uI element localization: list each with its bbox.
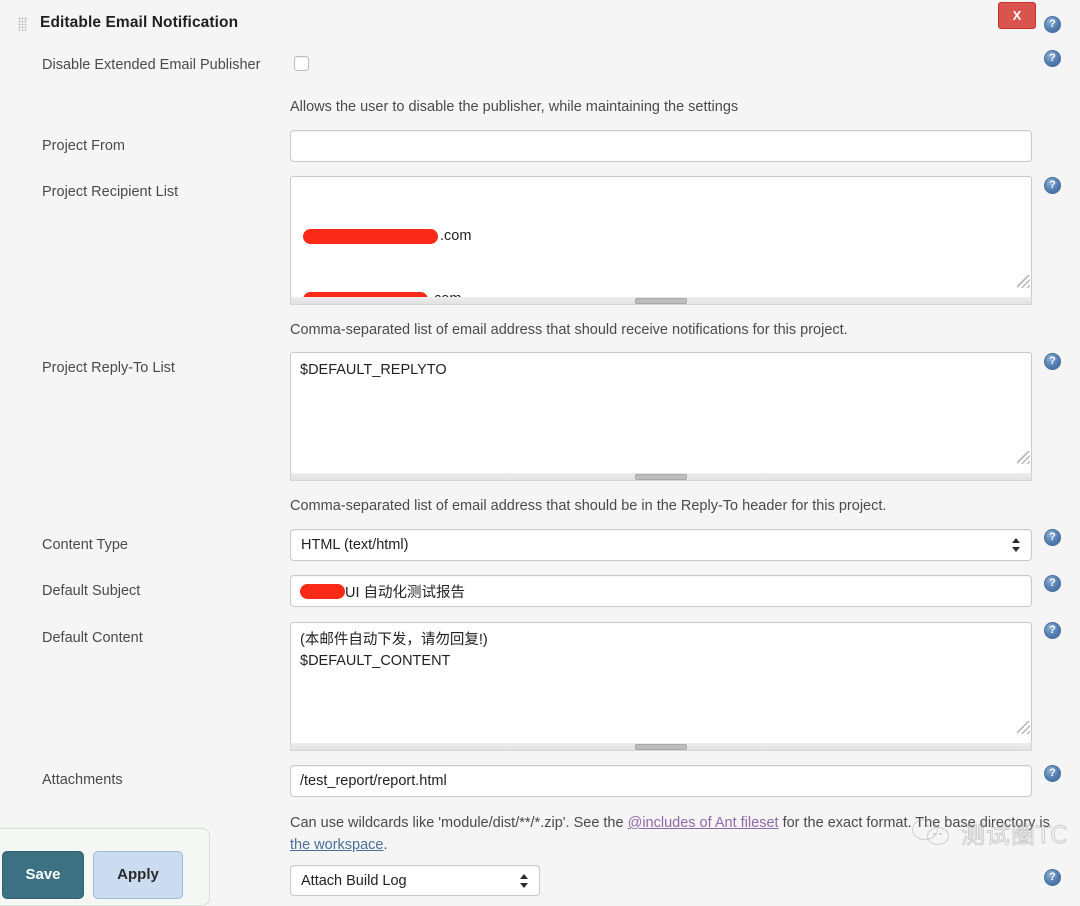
- label-project-from: Project From: [42, 138, 125, 154]
- email-notification-panel: Editable Email Notification X Disable Ex…: [0, 0, 1080, 906]
- checkbox-disable-extended-email-publisher[interactable]: [294, 56, 309, 71]
- description-project-reply-to-list: Comma-separated list of email address th…: [290, 498, 887, 514]
- resize-drag-bar-content[interactable]: [635, 744, 687, 750]
- link-ant-fileset-includes[interactable]: @includes of Ant fileset: [628, 815, 779, 831]
- section-header: Editable Email Notification: [0, 0, 1080, 46]
- resize-corner-grip-replyto[interactable]: [1017, 451, 1030, 464]
- project-reply-to-list-textarea[interactable]: $DEFAULT_REPLYTO: [290, 352, 1032, 474]
- attachments-desc-part1: Can use wildcards like 'module/dist/**/*…: [290, 815, 628, 831]
- help-icon-content-type[interactable]: [1044, 529, 1061, 546]
- help-icon-attachments[interactable]: [1044, 765, 1061, 782]
- page-title: Editable Email Notification: [40, 14, 239, 31]
- help-icon-attach-build-log[interactable]: [1044, 869, 1061, 886]
- label-default-content: Default Content: [42, 630, 143, 646]
- action-button-panel: Save Apply: [0, 828, 210, 906]
- help-icon-default-content[interactable]: [1044, 622, 1061, 639]
- drag-handle-icon[interactable]: [18, 17, 27, 31]
- label-project-reply-to-list: Project Reply-To List: [42, 360, 175, 376]
- chevron-updown-icon: [1012, 537, 1021, 553]
- default-subject-value: UI 自动化测试报告: [345, 585, 466, 601]
- redacted-subject-prefix: [300, 584, 345, 599]
- resize-corner-grip-content[interactable]: [1017, 721, 1030, 734]
- save-button[interactable]: Save: [2, 851, 84, 899]
- help-icon-project-recipient-list[interactable]: [1044, 177, 1061, 194]
- attach-build-log-value: Attach Build Log: [301, 872, 407, 889]
- link-the-workspace[interactable]: the workspace: [290, 837, 384, 853]
- apply-button[interactable]: Apply: [93, 851, 183, 899]
- default-subject-input[interactable]: UI 自动化测试报告: [290, 575, 1032, 607]
- close-button[interactable]: X: [998, 2, 1036, 29]
- label-attachments: Attachments: [42, 772, 123, 788]
- content-type-value: HTML (text/html): [301, 537, 409, 553]
- project-from-input[interactable]: [290, 130, 1032, 162]
- help-icon-default-subject[interactable]: [1044, 575, 1061, 592]
- project-reply-to-list-wrapper: $DEFAULT_REPLYTO: [290, 352, 1032, 481]
- label-default-subject: Default Subject: [42, 583, 141, 599]
- default-content-wrapper: (本邮件自动下发，请勿回复!) $DEFAULT_CONTENT: [290, 622, 1032, 751]
- project-recipient-list-wrapper: .com .com: [290, 176, 1032, 305]
- chevron-updown-icon-build-log: [520, 873, 529, 889]
- attachments-desc-part2: for the exact format. The base directory…: [778, 815, 1050, 831]
- description-project-recipient-list: Comma-separated list of email address th…: [290, 322, 848, 338]
- description-attachments: Can use wildcards like 'module/dist/**/*…: [290, 812, 1050, 856]
- label-project-recipient-list: Project Recipient List: [42, 184, 179, 200]
- recipient-email-1-suffix: .com: [440, 228, 472, 244]
- help-icon-title[interactable]: [1044, 16, 1061, 33]
- resize-drag-bar-replyto[interactable]: [635, 474, 687, 480]
- attach-build-log-select[interactable]: Attach Build Log: [290, 865, 540, 896]
- default-content-textarea[interactable]: (本邮件自动下发，请勿回复!) $DEFAULT_CONTENT: [290, 622, 1032, 744]
- label-disable-extended-email-publisher: Disable Extended Email Publisher: [42, 57, 261, 73]
- resize-drag-bar-recipient[interactable]: [635, 298, 687, 304]
- help-icon-disable-publisher[interactable]: [1044, 50, 1061, 67]
- attachments-input[interactable]: [290, 765, 1032, 797]
- project-recipient-list-textarea[interactable]: .com .com: [290, 176, 1032, 298]
- description-disable-extended-email-publisher: Allows the user to disable the publisher…: [290, 99, 739, 115]
- attachments-desc-part3: .: [383, 837, 388, 853]
- help-icon-project-reply-to-list[interactable]: [1044, 353, 1061, 370]
- content-type-select[interactable]: HTML (text/html): [290, 529, 1032, 561]
- redacted-email-1: [303, 229, 438, 244]
- label-content-type: Content Type: [42, 537, 128, 553]
- resize-corner-grip-recipient[interactable]: [1017, 275, 1030, 288]
